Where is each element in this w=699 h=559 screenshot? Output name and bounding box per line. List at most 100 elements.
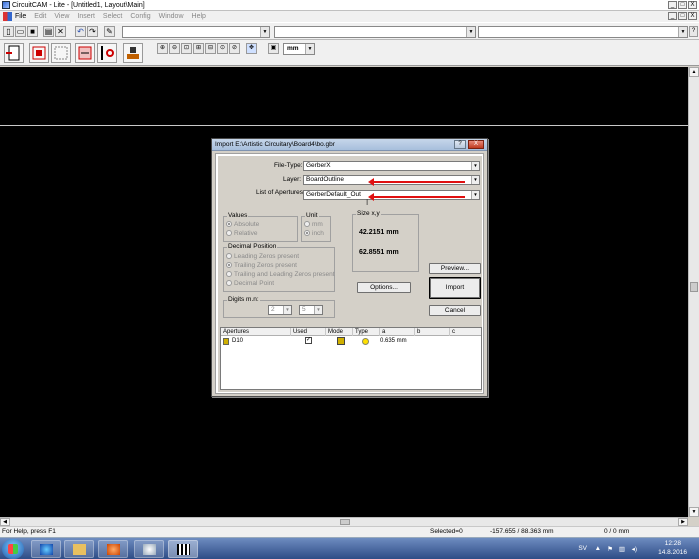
document-icon[interactable]: [3, 12, 12, 21]
unit-group: Unit mm inch: [301, 212, 331, 242]
radio-decimal-point[interactable]: Decimal Point: [226, 280, 274, 287]
minimize-button[interactable]: _: [668, 1, 677, 9]
menu-view[interactable]: View: [54, 13, 69, 20]
undo-button[interactable]: ↶: [75, 26, 86, 37]
zoom-previous-button[interactable]: ⊟: [205, 43, 216, 54]
layer-combo[interactable]: ▼: [122, 26, 270, 38]
zoom-all-button[interactable]: ⊞: [193, 43, 204, 54]
column-apertures[interactable]: Apertures: [221, 328, 291, 336]
radio-trailing-leading-zeros[interactable]: Trailing and Leading Zeros present: [226, 271, 335, 278]
layer-label: Layer:: [283, 176, 302, 183]
radio-selected-icon: [226, 262, 232, 268]
status-bar: For Help, press F1 Selected=0 -157.655 /…: [0, 526, 699, 537]
close-button[interactable]: X: [688, 1, 697, 9]
menu-config[interactable]: Config: [130, 13, 150, 20]
scroll-left-icon[interactable]: ◀: [0, 518, 10, 526]
snap-button[interactable]: ▣: [268, 43, 279, 54]
radio-leading-zeros[interactable]: Leading Zeros present: [226, 253, 299, 260]
doc-close-button[interactable]: X: [688, 12, 697, 20]
vertical-scrollbar[interactable]: ▲ ▼: [688, 67, 699, 517]
vertical-scroll-thumb[interactable]: [690, 282, 698, 292]
options-button[interactable]: Options...: [357, 282, 411, 293]
used-checkbox[interactable]: ✓: [305, 337, 312, 344]
size-x-value: 42.2151 mm: [359, 229, 399, 236]
redo-button[interactable]: ↷: [87, 26, 98, 37]
column-type[interactable]: Type: [353, 328, 380, 336]
radio-trailing-zeros[interactable]: Trailing Zeros present: [226, 262, 297, 269]
taskbar-app[interactable]: [134, 540, 164, 558]
horizontal-scrollbar[interactable]: ◀ ▶: [0, 517, 688, 526]
scroll-right-icon[interactable]: ▶: [678, 518, 688, 526]
radio-relative[interactable]: Relative: [226, 230, 257, 237]
tool-combo[interactable]: ▼: [478, 26, 688, 38]
digits-m-select[interactable]: 2 ▼: [268, 305, 292, 315]
doc-restore-button[interactable]: □: [678, 12, 687, 20]
scroll-up-icon[interactable]: ▲: [689, 67, 699, 77]
unit-select[interactable]: mm ▼: [283, 43, 315, 55]
context-help-button[interactable]: ?: [689, 26, 698, 37]
menu-edit[interactable]: Edit: [34, 13, 46, 20]
import-button[interactable]: [4, 43, 24, 63]
insulate-button[interactable]: [51, 43, 71, 63]
zoom-window-button[interactable]: ⊡: [181, 43, 192, 54]
radio-inch[interactable]: inch: [304, 230, 324, 237]
taskbar-media[interactable]: [98, 540, 128, 558]
column-c[interactable]: c: [450, 328, 481, 336]
dialog-body: File-Type: GerberX ▼ Layer: BoardOutline…: [218, 156, 482, 392]
column-a[interactable]: a: [380, 328, 415, 336]
volume-icon[interactable]: ◂): [632, 545, 637, 553]
network-icon[interactable]: ▥: [619, 545, 625, 553]
new-file-button[interactable]: ▯: [3, 26, 14, 37]
zoom-out-button[interactable]: ⊖: [169, 43, 180, 54]
print-button[interactable]: ▤: [43, 26, 54, 37]
save-button[interactable]: ■: [27, 26, 38, 37]
digits-n-select[interactable]: 5 ▼: [299, 305, 323, 315]
layer-select[interactable]: BoardOutline ▼: [303, 175, 480, 185]
radio-mm[interactable]: mm: [304, 221, 323, 228]
menu-select[interactable]: Select: [103, 13, 122, 20]
window-controls: _ □ X: [668, 1, 697, 9]
delete-button[interactable]: ✕: [55, 26, 66, 37]
zoom-page-button[interactable]: ⊘: [229, 43, 240, 54]
apertures-select[interactable]: GerberDefault_Out ▼: [303, 190, 480, 200]
scroll-down-icon[interactable]: ▼: [689, 507, 699, 517]
column-used[interactable]: Used: [291, 328, 326, 336]
dialog-help-button[interactable]: ?: [454, 140, 466, 149]
column-mode[interactable]: Mode: [326, 328, 353, 336]
menu-window[interactable]: Window: [159, 13, 184, 20]
properties-button[interactable]: ✎: [104, 26, 115, 37]
clock-time[interactable]: 12:28: [665, 540, 681, 547]
zoom-in-button[interactable]: ⊕: [157, 43, 168, 54]
taskbar-explorer[interactable]: [64, 540, 94, 558]
contour-routing-button[interactable]: [29, 43, 49, 63]
doc-minimize-button[interactable]: _: [668, 12, 677, 20]
cancel-button[interactable]: Cancel: [429, 305, 481, 316]
drill-button[interactable]: [97, 43, 117, 63]
radio-absolute[interactable]: Absolute: [226, 221, 259, 228]
horizontal-scroll-thumb[interactable]: [340, 519, 350, 525]
taskbar-circuitcam[interactable]: [168, 540, 198, 558]
file-type-select[interactable]: GerberX ▼: [303, 161, 480, 171]
menu-file[interactable]: File: [15, 13, 26, 20]
zoom-selection-button[interactable]: ⊙: [217, 43, 228, 54]
menu-help[interactable]: Help: [192, 13, 206, 20]
clock-date[interactable]: 14.8.2016: [658, 549, 687, 556]
column-b[interactable]: b: [415, 328, 450, 336]
apertures-table[interactable]: Apertures Used Mode Type a b c D10 ✓ 0.6…: [220, 327, 482, 390]
rubout-button[interactable]: [75, 43, 95, 63]
preview-button[interactable]: Preview...: [429, 263, 481, 274]
taskbar-ie[interactable]: [31, 540, 61, 558]
language-indicator[interactable]: SV: [578, 545, 587, 552]
export-button[interactable]: [123, 43, 143, 63]
tray-expand-icon[interactable]: ▲: [595, 545, 601, 552]
start-button[interactable]: [2, 539, 24, 559]
dialog-close-button[interactable]: X: [468, 140, 484, 149]
open-file-button[interactable]: ▭: [15, 26, 26, 37]
menu-insert[interactable]: Insert: [77, 13, 95, 20]
pan-button[interactable]: ✥: [246, 43, 257, 54]
object-combo[interactable]: ▼: [274, 26, 476, 38]
mode-icon[interactable]: [337, 337, 345, 345]
maximize-button[interactable]: □: [678, 1, 687, 9]
import-button[interactable]: Import: [429, 277, 481, 299]
flag-icon[interactable]: ⚑: [607, 545, 613, 553]
